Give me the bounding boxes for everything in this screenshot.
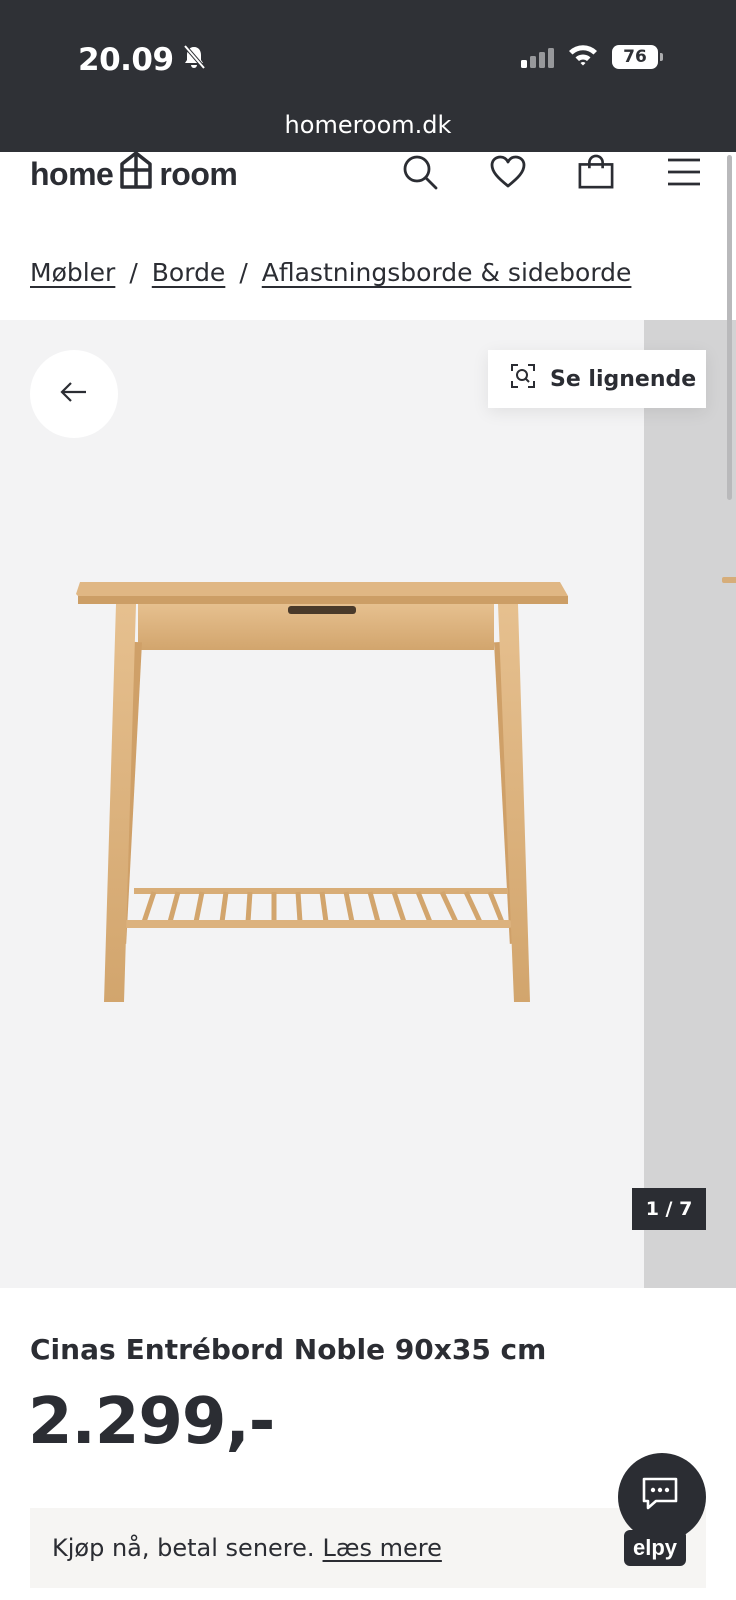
logo-house-icon — [119, 150, 153, 198]
battery-icon: 76 — [612, 45, 663, 69]
image-counter: 1 / 7 — [632, 1188, 706, 1230]
product-title: Cinas Entrébord Noble 90x35 cm — [30, 1333, 546, 1366]
next-image-peek[interactable] — [644, 320, 736, 1288]
chat-icon — [640, 1475, 684, 1519]
product-price: 2.299,- — [28, 1385, 275, 1459]
pay-later-banner: Kjøp nå, betal senere. Læs mere — [30, 1508, 706, 1588]
logo-text-left: home — [30, 155, 114, 192]
breadcrumb: Møbler / Borde / Aflastningsborde & side… — [30, 258, 631, 287]
product-name: Entrébord Noble 90x35 cm — [125, 1333, 547, 1366]
read-more-link[interactable]: Læs mere — [323, 1534, 442, 1562]
breadcrumb-item-borde[interactable]: Borde — [152, 258, 226, 287]
back-button[interactable] — [30, 350, 118, 438]
search-icon[interactable] — [402, 154, 438, 190]
site-header: home room — [0, 150, 736, 228]
signal-icon — [521, 46, 554, 68]
bag-icon[interactable] — [578, 154, 614, 190]
status-bar: 20.09 76 homeroom.dk — [0, 0, 736, 152]
product-image-gallery[interactable]: Se lignende 1 / 7 — [0, 320, 736, 1288]
see-similar-button[interactable]: Se lignende — [488, 350, 706, 408]
wifi-icon — [568, 44, 598, 70]
elpy-badge[interactable]: elpy — [624, 1530, 686, 1566]
battery-level: 76 — [623, 47, 647, 67]
product-brand[interactable]: Cinas — [30, 1333, 116, 1366]
logo-text-right: room — [159, 155, 238, 192]
menu-icon[interactable] — [666, 154, 702, 190]
clock: 20.09 — [78, 42, 174, 78]
chat-button[interactable] — [618, 1453, 706, 1541]
breadcrumb-item-aflastningsborde[interactable]: Aflastningsborde & sideborde — [262, 258, 632, 287]
arrow-left-icon — [60, 382, 88, 406]
breadcrumb-separator: / — [129, 258, 138, 287]
see-similar-label: Se lignende — [550, 366, 697, 392]
homeroom-logo[interactable]: home room — [30, 150, 238, 198]
header-actions — [402, 152, 702, 192]
breadcrumb-item-mobler[interactable]: Møbler — [30, 258, 115, 287]
status-time: 20.09 — [78, 42, 206, 78]
heart-icon[interactable] — [490, 154, 526, 190]
page-scrollbar[interactable] — [727, 155, 732, 500]
pay-later-text: Kjøp nå, betal senere. — [52, 1534, 315, 1562]
product-image — [76, 582, 568, 1002]
status-indicators: 76 — [521, 44, 663, 70]
breadcrumb-separator: / — [239, 258, 248, 287]
visual-search-icon — [510, 363, 536, 395]
bell-slash-icon — [182, 42, 206, 78]
address-bar-url[interactable]: homeroom.dk — [0, 111, 736, 139]
